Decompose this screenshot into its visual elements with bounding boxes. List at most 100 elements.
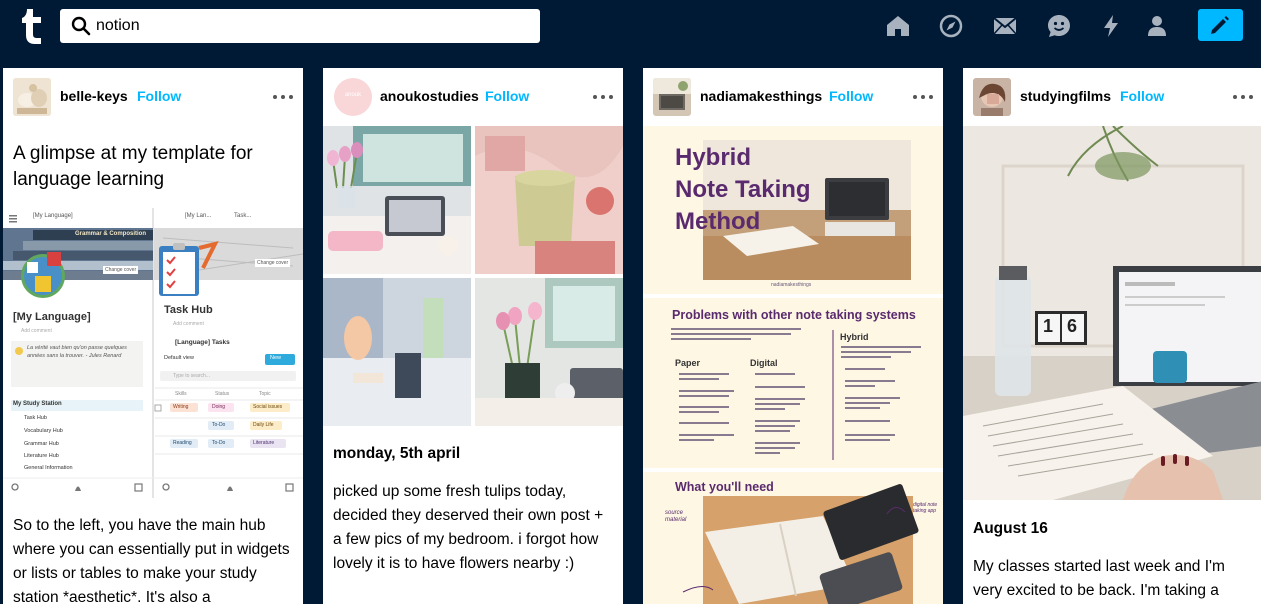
image-cell: To-Do [212,440,226,446]
avatar[interactable] [973,78,1011,116]
image-hub-item: Task Hub [24,415,47,421]
image-cell: To-Do [212,422,226,428]
dot-icon [281,95,285,99]
image-tasks-label: [Language] Tasks [175,339,230,346]
image-crumb-left: [My Language] [33,213,73,219]
post-image[interactable]: [My Language] [My Lan... Task... Grammar… [3,208,303,498]
slide-credit: nadiamakesthings [771,282,812,288]
slide-column-label: Hybrid [840,332,869,342]
more-options-button[interactable] [1233,88,1253,104]
image-change-cover: Change cover [103,266,139,274]
image-quote: La vérité vaut bien qu'on passe quelques… [27,345,127,359]
dot-icon [921,95,925,99]
dot-icon [593,95,597,99]
blog-name[interactable]: belle-keys [60,88,128,104]
image-change-cover-right: Change cover [255,259,291,267]
dot-icon [609,95,613,99]
image-hub-item: Literature Hub [24,453,59,459]
compose-icon [1211,16,1229,34]
dot-icon [601,95,605,99]
avatar[interactable] [13,78,51,116]
slide-column-label: Paper [675,358,701,368]
slide-title-line: Hybrid [675,144,752,171]
blog-name[interactable]: studyingfilms [1020,88,1111,104]
slide-title-line: Note Taking [675,176,811,203]
blog-name[interactable]: anoukostudies [380,88,479,104]
dot-icon [929,95,933,99]
more-options-button[interactable] [593,88,613,104]
dot-icon [273,95,277,99]
image-banner-text: Grammar & Composition [75,231,147,237]
avatar[interactable]: anouk [334,78,372,116]
dot-icon [1249,95,1253,99]
post-photo[interactable] [323,278,471,426]
image-hub-item: Grammar Hub [24,441,59,447]
avatar-text: anouk [344,92,362,98]
dot-icon [289,95,293,99]
image-crumb-right-a: [My Lan... [185,213,212,219]
post-header: belle-keys Follow [3,68,303,126]
post-slide[interactable]: What you'll need source material digital… [643,472,943,604]
image-cell: Writing [173,404,189,410]
image-cell: Daily Life [253,422,274,428]
post-body: picked up some fresh tulips today, decid… [333,483,604,572]
image-cell: Doing [212,404,226,410]
post-photo[interactable]: 1 6 [963,126,1261,500]
image-section-title: My Study Station [13,401,62,407]
image-crumb-right-b: Task... [234,213,252,219]
more-options-button[interactable] [913,88,933,104]
post-card: nadiamakesthings Follow Hybrid Note Taki… [643,68,943,604]
image-default-view: Default view [164,355,194,361]
search-icon[interactable] [71,16,91,36]
more-options-button[interactable] [273,88,293,104]
follow-button[interactable]: Follow [485,88,529,104]
compose-button[interactable] [1198,9,1243,41]
image-page-title-right: Task Hub [164,304,213,316]
image-hub-item: Vocabulary Hub [24,428,63,434]
post-header: nadiamakesthings Follow [643,68,943,126]
slide-title-line: Method [675,208,761,235]
image-cell: Literature [253,440,275,446]
image-search-placeholder: Type to search... [173,373,210,379]
post-slide[interactable]: Problems with other note taking systems [643,298,943,468]
activity-icon[interactable] [1099,14,1123,38]
account-icon[interactable] [1145,14,1169,38]
post-header: anouk anoukostudies Follow [323,68,623,126]
calendar-digit: 1 [1043,316,1054,336]
post-header: studyingfilms Follow [963,68,1261,126]
image-new-label: New [270,355,282,361]
post-heading: monday, 5th april [333,445,461,462]
home-icon[interactable] [886,14,910,38]
image-page-title-left: [My Language] [13,311,91,323]
image-hub-item: General Information [24,465,73,471]
explore-icon[interactable] [939,14,963,38]
image-cell: Social issues [253,404,283,410]
avatar[interactable] [653,78,691,116]
post-photo[interactable] [475,126,623,274]
tumblr-logo-icon[interactable] [20,7,46,45]
image-column-header: Status [215,391,230,397]
search-bar [60,9,540,43]
post-photo[interactable] [323,126,471,274]
image-add-comment-left: Add comment [21,328,52,334]
post-slide[interactable]: Hybrid Note Taking Method nadiamakesthin… [643,126,943,294]
slide-annotation: digital note taking app [913,502,938,514]
post-card: belle-keys Follow A glimpse at my templa… [3,68,303,604]
messages-icon[interactable] [1047,14,1071,38]
top-navigation-bar [0,0,1261,52]
search-input[interactable] [96,9,526,43]
follow-button[interactable]: Follow [137,88,181,104]
follow-button[interactable]: Follow [1120,88,1164,104]
post-photo[interactable] [475,278,623,426]
dot-icon [1241,95,1245,99]
post-title: A glimpse at my template for language le… [13,143,253,190]
image-column-header: Topic [259,391,271,397]
follow-button[interactable]: Follow [829,88,873,104]
post-card: studyingfilms Follow 1 6 August 16 My cl… [963,68,1261,604]
blog-name[interactable]: nadiamakesthings [700,88,822,104]
inbox-icon[interactable] [993,14,1017,38]
image-column-header: Skills [175,391,187,397]
slide-column-label: Digital [750,358,778,368]
post-body: My classes started last week and I'm ver… [973,558,1225,599]
calendar-digit: 6 [1067,316,1078,336]
